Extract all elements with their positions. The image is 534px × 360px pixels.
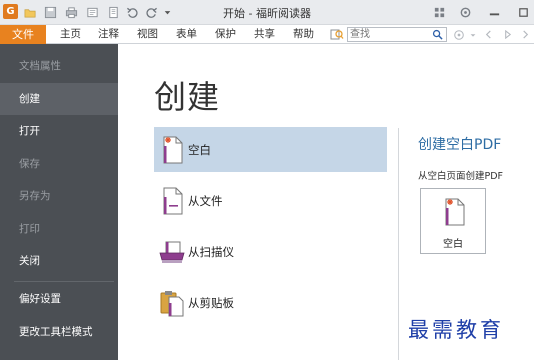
create-blank-pdf-title: 创建空白PDF bbox=[418, 137, 502, 153]
sidebar-item-open[interactable]: 打开 bbox=[0, 115, 118, 147]
sidebar-divider bbox=[14, 281, 114, 282]
page-title: 创建 bbox=[154, 78, 221, 116]
menu-bar: 文件 主页 注释 视图 表单 保护 共享 帮助 bbox=[0, 25, 534, 44]
play-icon[interactable] bbox=[500, 27, 514, 42]
menu-home[interactable]: 主页 bbox=[60, 25, 81, 44]
title-bar: G 开始 - 福昕阅读器 bbox=[0, 0, 534, 25]
create-blank-pdf-subtitle: 从空白页面创建PDF bbox=[418, 171, 504, 182]
layout-icon[interactable] bbox=[431, 3, 447, 21]
back-icon[interactable] bbox=[481, 27, 495, 42]
option-blank-label: 空白 bbox=[188, 143, 211, 157]
option-from-clipboard-label: 从剪贴板 bbox=[188, 296, 234, 310]
sidebar-item-change-toolbar-mode[interactable]: 更改工具栏模式 bbox=[0, 316, 118, 348]
menu-form[interactable]: 表单 bbox=[176, 25, 197, 44]
window-title: 开始 - 福昕阅读器 bbox=[223, 7, 311, 20]
menu-comment[interactable]: 注释 bbox=[98, 25, 119, 44]
sidebar-item-document-properties[interactable]: 文档属性 bbox=[0, 50, 118, 82]
option-from-file-label: 从文件 bbox=[188, 194, 223, 208]
watermark: 最需教育 bbox=[408, 318, 504, 342]
search-icon[interactable] bbox=[431, 28, 444, 41]
forward-icon[interactable] bbox=[518, 27, 532, 42]
search-input[interactable] bbox=[350, 28, 430, 41]
sidebar-item-create[interactable]: 创建 bbox=[0, 83, 118, 115]
minimize-icon[interactable] bbox=[486, 3, 502, 21]
option-from-file[interactable]: 从文件 bbox=[154, 178, 387, 223]
sidebar-item-save-as[interactable]: 另存为 bbox=[0, 180, 118, 212]
from-file-icon bbox=[163, 187, 183, 215]
search-field[interactable] bbox=[347, 27, 447, 42]
option-from-clipboard[interactable]: 从剪贴板 bbox=[154, 280, 387, 325]
dropdown-icon[interactable] bbox=[466, 27, 480, 42]
blank-pdf-button-label: 空白 bbox=[443, 239, 463, 250]
scanner-icon bbox=[159, 241, 185, 263]
menu-share[interactable]: 共享 bbox=[254, 25, 275, 44]
menu-file[interactable]: 文件 bbox=[0, 25, 46, 44]
blank-pdf-button[interactable]: 空白 bbox=[420, 188, 486, 254]
blank-page-icon bbox=[163, 136, 183, 164]
panel-divider bbox=[398, 128, 399, 360]
sidebar-item-print[interactable]: 打印 bbox=[0, 213, 118, 245]
menu-help[interactable]: 帮助 bbox=[293, 25, 314, 44]
option-blank[interactable]: 空白 bbox=[154, 127, 387, 172]
menu-protect[interactable]: 保护 bbox=[215, 25, 236, 44]
sidebar-item-save[interactable]: 保存 bbox=[0, 148, 118, 180]
create-panel: 创建 空白 从文件 从扫描仪 从剪贴板 创建空白PDF 从空白页面创建PDF 空… bbox=[118, 44, 534, 360]
clipboard-icon bbox=[160, 291, 184, 317]
backstage-sidebar: 文档属性 创建 打开 保存 另存为 打印 关闭 偏好设置 更改工具栏模式 bbox=[0, 44, 118, 360]
find-tool-icon[interactable] bbox=[330, 28, 344, 41]
settings-circle-icon[interactable] bbox=[452, 27, 466, 42]
maximize-icon[interactable] bbox=[515, 3, 531, 21]
sidebar-item-preferences[interactable]: 偏好设置 bbox=[0, 283, 118, 315]
blank-page-icon bbox=[445, 198, 465, 226]
option-from-scanner-label: 从扫描仪 bbox=[188, 245, 234, 259]
menu-view[interactable]: 视图 bbox=[137, 25, 158, 44]
sidebar-item-close[interactable]: 关闭 bbox=[0, 245, 118, 277]
option-from-scanner[interactable]: 从扫描仪 bbox=[154, 229, 387, 274]
skin-icon[interactable] bbox=[457, 3, 473, 21]
